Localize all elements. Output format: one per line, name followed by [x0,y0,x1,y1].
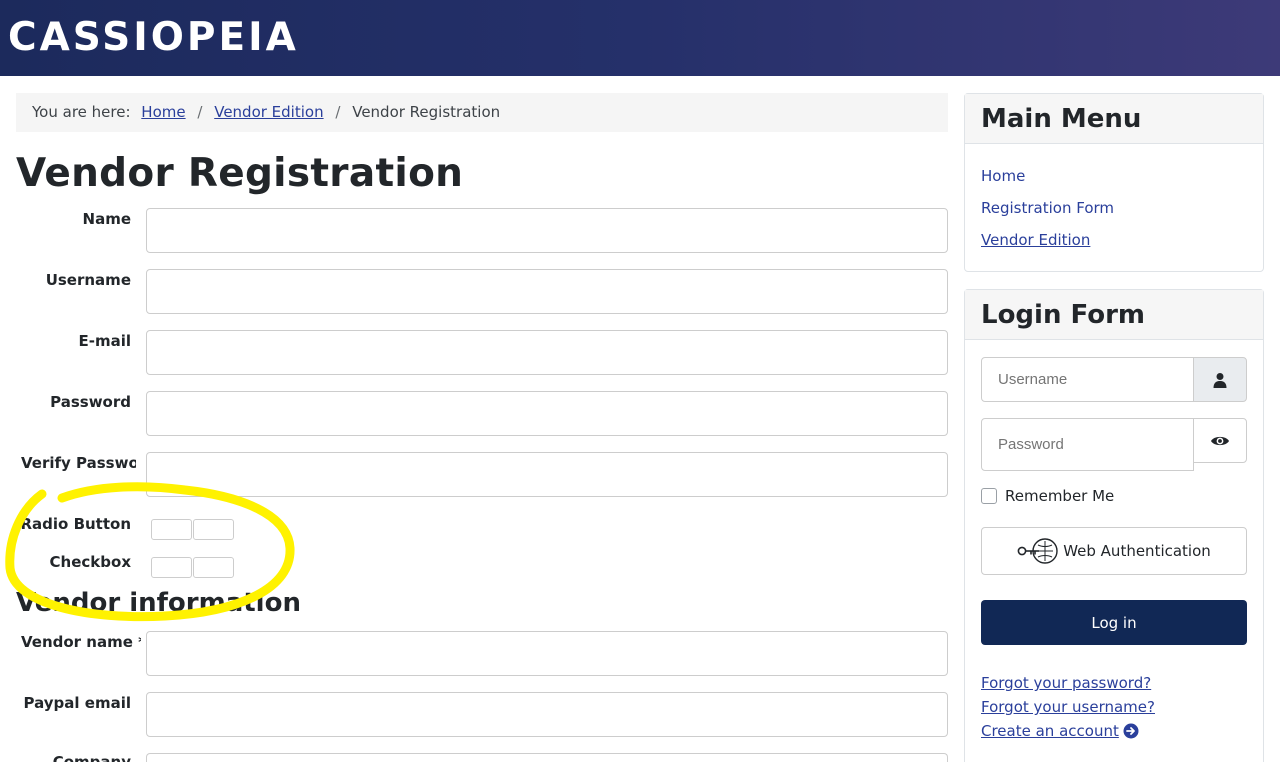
menu-item-registration-form[interactable]: Registration Form [981,198,1114,218]
forgot-password-link[interactable]: Forgot your password? [981,673,1151,693]
username-input[interactable] [146,269,948,314]
toggle-password-button[interactable] [1193,418,1247,463]
login-username-input[interactable] [981,357,1194,402]
company-input[interactable] [146,753,948,762]
breadcrumb-current: Vendor Registration [352,103,501,121]
arrow-circle-right-icon [1123,723,1139,739]
login-username-addon [1193,357,1247,402]
main-menu-card: Main Menu Home Registration Form Vendor … [964,93,1264,272]
username-label: Username [45,271,131,289]
site-header: CASSIOPEIA [0,0,1280,76]
web-authentication-label: Web Authentication [1063,542,1211,560]
breadcrumb: You are here: Home / Vendor Edition / Ve… [16,93,948,132]
name-input[interactable] [146,208,948,253]
remember-me-label: Remember Me [1005,487,1115,505]
create-account-link[interactable]: Create an account [981,721,1139,741]
checkbox-label: Checkbox [49,553,131,571]
menu-item-vendor-edition[interactable]: Vendor Edition [981,230,1090,250]
site-brand-logo[interactable]: CASSIOPEIA [8,14,299,62]
email-input[interactable] [146,330,948,375]
eye-icon [1211,436,1229,445]
email-label: E-mail [78,332,131,350]
forgot-username-link[interactable]: Forgot your username? [981,697,1155,717]
password-input[interactable] [146,391,948,436]
checkbox-option-2[interactable] [193,557,234,578]
breadcrumb-separator: / [335,103,341,121]
radio-option-2[interactable] [193,519,234,540]
login-form-title: Login Form [965,290,1263,340]
create-account-label: Create an account [981,722,1119,740]
radio-option-1[interactable] [151,519,192,540]
paypal-email-input[interactable] [146,692,948,737]
password-label: Password [50,393,131,411]
radio-button-label: Radio Button [20,515,131,533]
name-label: Name [82,210,131,228]
breadcrumb-prefix: You are here: [32,103,131,121]
webauthn-key-icon [1017,538,1058,564]
breadcrumb-home-link[interactable]: Home [141,103,185,121]
log-in-button[interactable]: Log in [981,600,1247,645]
vendor-name-label: Vendor name *. [21,633,141,651]
vendor-information-heading: Vendor information [16,588,301,618]
company-label: Company [52,753,131,762]
remember-me-checkbox[interactable] [981,488,997,504]
verify-password-input[interactable] [146,452,948,497]
user-icon [1213,372,1227,388]
verify-password-label: Verify Password [21,454,136,472]
paypal-email-label: Paypal email [23,694,131,712]
main-menu-title: Main Menu [965,94,1263,144]
login-password-input[interactable] [981,418,1194,471]
page-title: Vendor Registration [16,151,464,196]
menu-item-home[interactable]: Home [981,166,1025,186]
remember-me-row[interactable]: Remember Me [981,487,1114,505]
breadcrumb-separator: / [197,103,203,121]
checkbox-option-1[interactable] [151,557,192,578]
web-authentication-button[interactable]: Web Authentication [981,527,1247,575]
login-form-card: Login Form Remember Me Web Authenticatio… [964,289,1264,762]
vendor-name-input[interactable] [146,631,948,676]
breadcrumb-vendor-edition-link[interactable]: Vendor Edition [214,103,323,121]
